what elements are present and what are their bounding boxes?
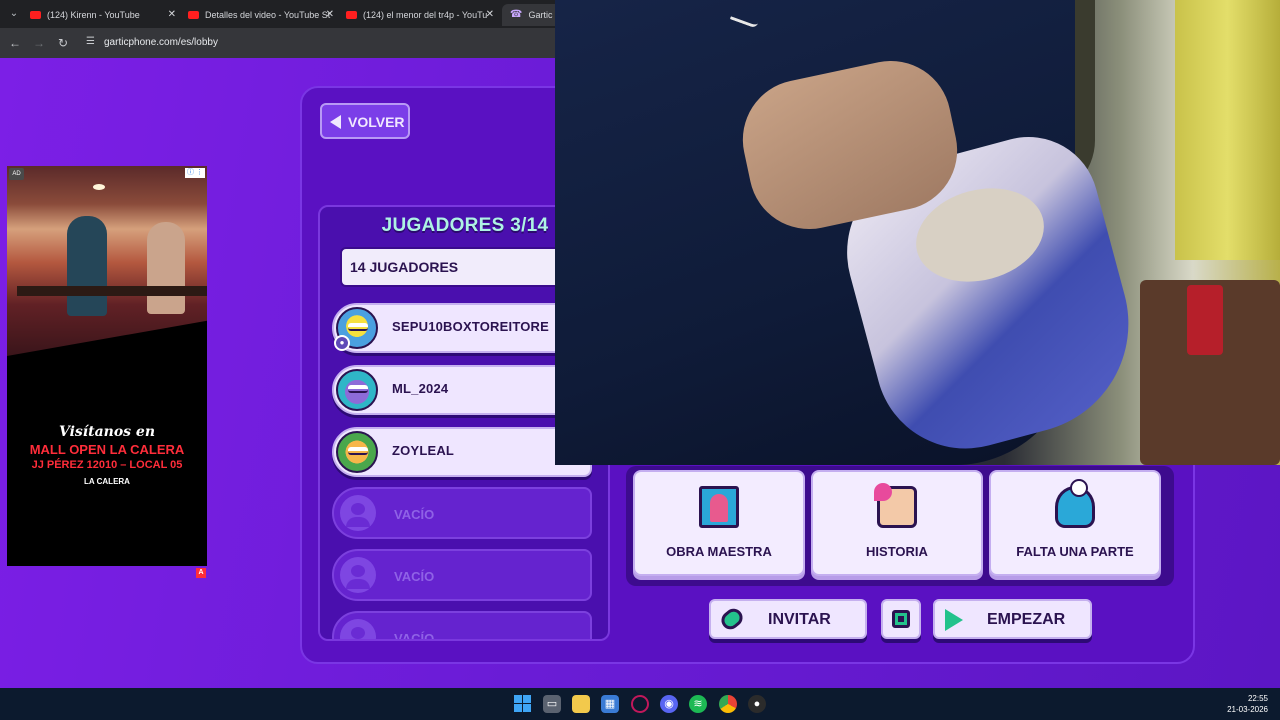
mode-card-historia[interactable]: HISTORIA xyxy=(811,470,983,576)
site-info-icon[interactable]: ☰ xyxy=(86,36,98,48)
windows-start-icon[interactable] xyxy=(514,695,532,713)
link-icon xyxy=(717,605,747,633)
mode-label: OBRA MAESTRA xyxy=(666,544,772,559)
host-user-icon: ● xyxy=(334,335,350,351)
player-row: ● SEPU10BOXTOREITORE xyxy=(332,303,592,353)
ad-text-visit: Visítanos en xyxy=(58,424,156,440)
back-button-label: VOLVER xyxy=(348,114,405,130)
advertisement[interactable]: AD ⓘ ⋮ Visítanos en MALL OPEN LA CALERA … xyxy=(7,166,207,566)
start-button[interactable]: EMPEZAR xyxy=(933,599,1092,639)
ad-text-city: LA CALERA xyxy=(84,477,130,486)
ad-info-icon[interactable]: ⓘ ⋮ xyxy=(185,168,205,178)
mode-card-falta-una-parte[interactable]: FALTA UNA PARTE xyxy=(989,470,1161,576)
empty-slot: VACÍO xyxy=(332,549,592,601)
opera-gx-icon[interactable] xyxy=(631,695,649,713)
player-avatar xyxy=(336,369,378,411)
webcam-overlay xyxy=(555,0,1280,465)
back-triangle-icon xyxy=(330,115,341,129)
qr-code-button[interactable] xyxy=(881,599,921,639)
empty-slot-label: VACÍO xyxy=(394,507,435,522)
ad-text-address: JJ PÉREZ 12010 – LOCAL 05 xyxy=(31,459,183,471)
clock-date: 21-03-2026 xyxy=(1227,705,1268,714)
gartic-phone-icon: ☎ xyxy=(510,8,523,20)
chrome-icon[interactable] xyxy=(719,695,737,713)
spotify-icon[interactable]: ≋ xyxy=(689,695,707,713)
close-tab-icon[interactable]: ✕ xyxy=(168,4,176,26)
tab-title: (124) el menor del tr4p - YouTu xyxy=(363,10,488,20)
player-name: SEPU10BOXTOREITORE xyxy=(392,319,549,334)
empty-slot: VACÍO xyxy=(332,611,592,641)
player-row: ML_2024 xyxy=(332,365,592,415)
browser-tab-4[interactable]: ☎Gartic Ph xyxy=(502,4,562,26)
empty-avatar-icon xyxy=(340,557,376,593)
tab-title: Detalles del video - YouTube St xyxy=(205,10,331,20)
player-name: ZOYLEAL xyxy=(392,443,455,458)
browser-tab-2[interactable]: Detalles del video - YouTube St ✕ xyxy=(188,4,338,26)
obs-icon[interactable]: ● xyxy=(748,695,766,713)
discord-icon[interactable]: ◉ xyxy=(660,695,678,713)
youtube-studio-icon xyxy=(188,10,199,19)
forward-arrow-icon[interactable]: → xyxy=(30,34,48,52)
invite-button-label: INVITAR xyxy=(768,611,831,628)
close-tab-icon[interactable]: ✕ xyxy=(326,4,334,26)
player-avatar xyxy=(336,431,378,473)
qr-code-icon xyxy=(892,610,910,628)
close-tab-icon[interactable]: ✕ xyxy=(486,4,494,26)
empty-slot: VACÍO xyxy=(332,487,592,539)
invite-button[interactable]: INVITAR xyxy=(709,599,867,639)
task-view-icon[interactable]: ▭ xyxy=(543,695,561,713)
tab-title: (124) Kirenn - YouTube xyxy=(47,10,140,20)
reload-icon[interactable]: ↻ xyxy=(54,34,72,52)
back-button[interactable]: VOLVER xyxy=(320,103,410,139)
ad-badge: AD xyxy=(9,168,24,180)
mode-label: FALTA UNA PARTE xyxy=(1016,544,1134,559)
youtube-icon xyxy=(346,10,357,19)
browser-tab-3[interactable]: (124) el menor del tr4p - YouTu ✕ xyxy=(346,4,498,26)
start-button-label: EMPEZAR xyxy=(987,611,1066,628)
store-icon[interactable]: ▦ xyxy=(601,695,619,713)
play-icon xyxy=(945,609,963,631)
player-row: ZOYLEAL xyxy=(332,427,592,477)
file-explorer-icon[interactable] xyxy=(572,695,590,713)
ad-text-mall: MALL OPEN LA CALERA xyxy=(29,442,185,457)
player-name: ML_2024 xyxy=(392,381,449,396)
ad-choices-icon[interactable]: A xyxy=(196,568,206,578)
empty-slot-label: VACÍO xyxy=(394,631,435,641)
story-scroll-icon xyxy=(874,483,917,528)
clock-time: 22:55 xyxy=(1247,694,1268,703)
windows-taskbar: ▭ ▦ ◉ ≋ ● 22:55 21-03-2026 xyxy=(0,688,1280,720)
mode-label: HISTORIA xyxy=(866,544,928,559)
empty-avatar-icon xyxy=(340,495,376,531)
browser-tab-1[interactable]: (124) Kirenn - YouTube ✕ xyxy=(30,4,180,26)
player-count-select[interactable]: 14 JUGADORES xyxy=(340,247,580,287)
empty-avatar-icon xyxy=(340,619,376,639)
system-clock[interactable]: 22:55 21-03-2026 xyxy=(1227,693,1268,715)
mode-card-obra-maestra[interactable]: OBRA MAESTRA xyxy=(633,470,805,576)
masterpiece-frame-icon xyxy=(699,486,739,528)
youtube-icon xyxy=(30,10,41,19)
empty-slot-label: VACÍO xyxy=(394,569,435,584)
tab-search-icon[interactable]: ⌄ xyxy=(6,6,22,22)
back-arrow-icon[interactable]: ← xyxy=(6,34,24,52)
url-text[interactable]: garticphone.com/es/lobby xyxy=(104,36,218,50)
missing-piece-icon xyxy=(1055,479,1095,528)
